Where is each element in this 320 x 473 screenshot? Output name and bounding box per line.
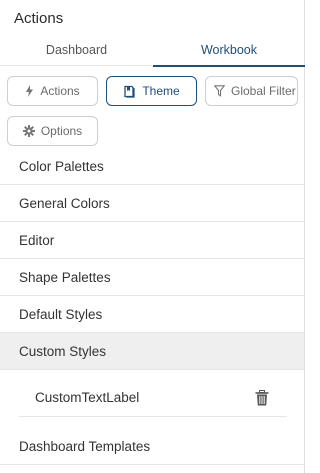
- list-item-editor[interactable]: Editor: [0, 222, 304, 259]
- tab-bar: Dashboard Workbook: [0, 38, 305, 67]
- filter-icon: [214, 85, 225, 97]
- list-item-color-palettes[interactable]: Color Palettes: [0, 148, 304, 185]
- custom-style-entry-label: CustomTextLabel: [35, 390, 140, 405]
- options-button[interactable]: Options: [7, 116, 98, 146]
- global-filter-button[interactable]: Global Filter: [205, 76, 298, 106]
- list-item-general-colors[interactable]: General Colors: [0, 185, 304, 222]
- list-item-custom-styles[interactable]: Custom Styles: [0, 333, 304, 370]
- list-item-default-styles[interactable]: Default Styles: [0, 296, 304, 333]
- actions-panel: Actions Dashboard Workbook Actions Theme…: [0, 0, 305, 473]
- tab-dashboard[interactable]: Dashboard: [0, 38, 153, 66]
- list-item-shape-palettes[interactable]: Shape Palettes: [0, 259, 304, 296]
- theme-button-label: Theme: [142, 84, 180, 98]
- trash-icon[interactable]: [255, 390, 269, 406]
- global-filter-button-label: Global Filter: [231, 84, 296, 98]
- tab-workbook[interactable]: Workbook: [153, 38, 305, 67]
- theme-button[interactable]: Theme: [106, 76, 197, 106]
- theme-icon: [123, 85, 136, 98]
- options-button-label: Options: [40, 124, 83, 138]
- actions-button-label: Actions: [40, 84, 80, 98]
- actions-button[interactable]: Actions: [7, 76, 98, 106]
- list-item-dashboard-templates[interactable]: Dashboard Templates: [0, 428, 304, 465]
- panel-title: Actions: [14, 10, 64, 27]
- lightning-icon: [25, 85, 34, 97]
- gear-icon: [22, 125, 35, 137]
- custom-style-entry[interactable]: CustomTextLabel: [19, 379, 287, 417]
